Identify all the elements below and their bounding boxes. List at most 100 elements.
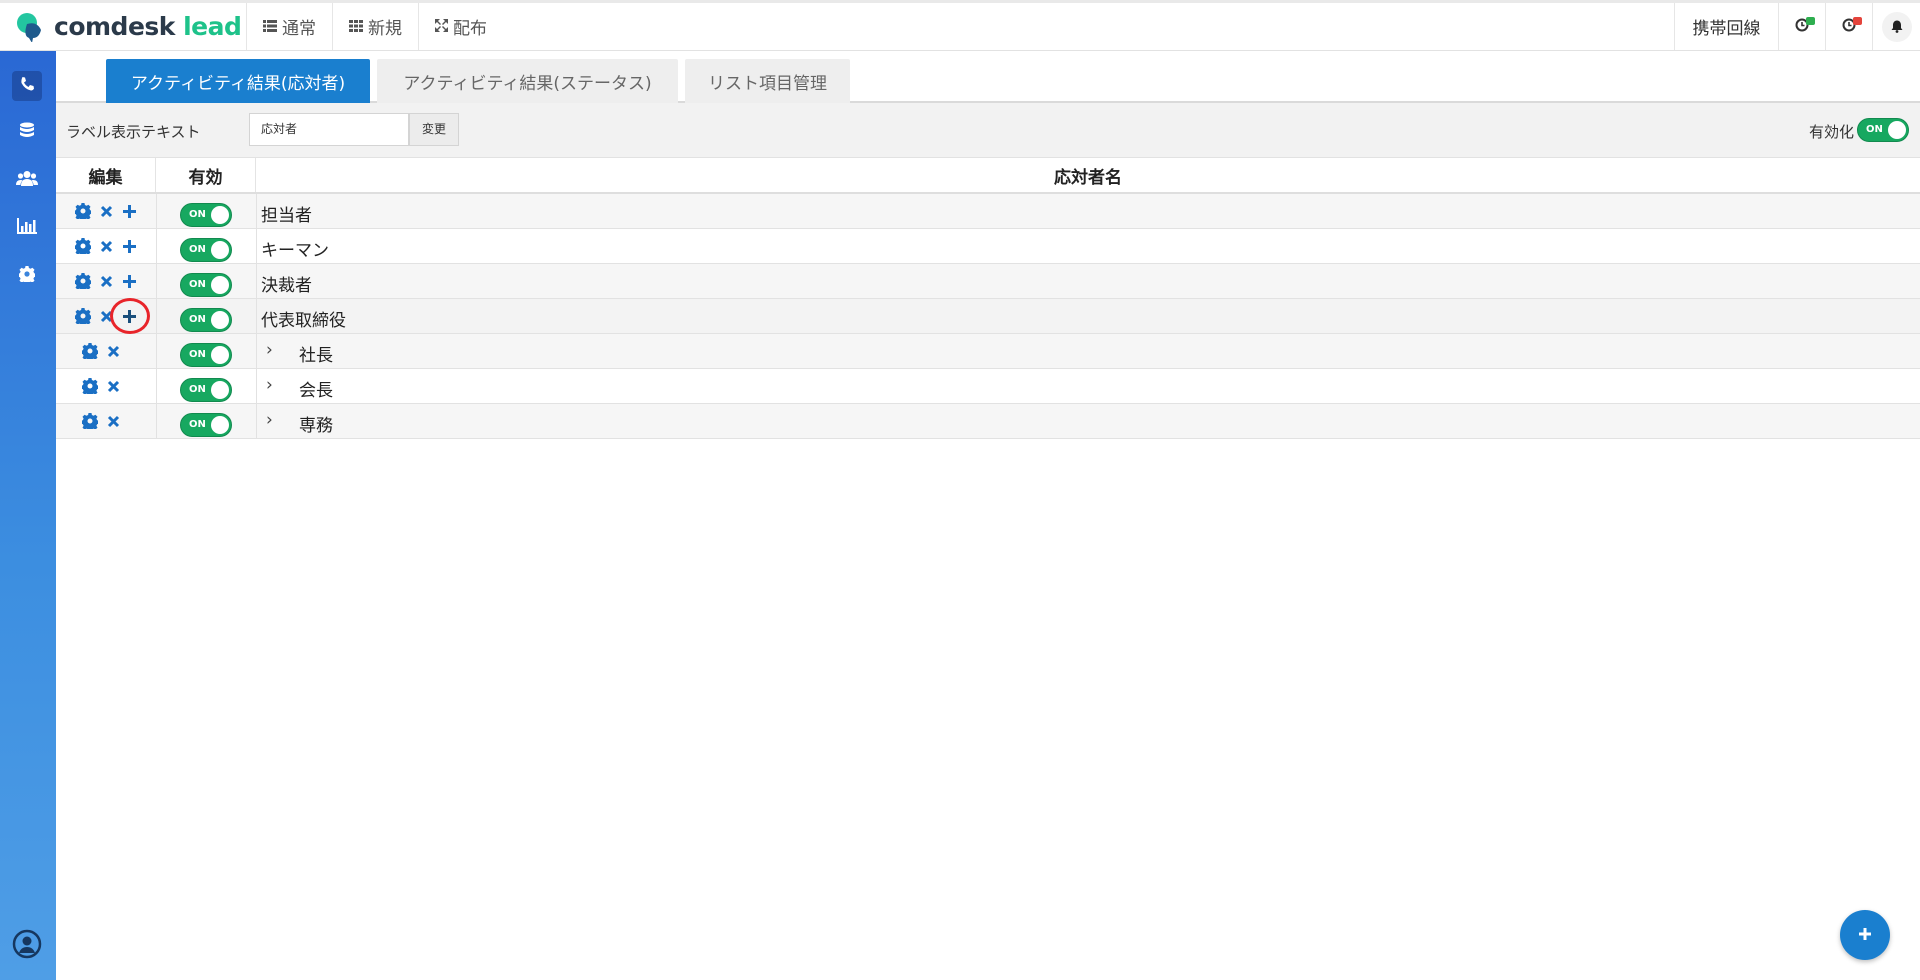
table-row: ON キーマン xyxy=(56,229,1920,264)
sidebar-item-database[interactable] xyxy=(12,118,42,148)
table-row: ON 代表取締役 xyxy=(56,298,1920,334)
tab-label: リスト項目管理 xyxy=(708,73,827,94)
notification-button[interactable] xyxy=(1872,3,1920,50)
toggle-state-label: ON xyxy=(189,209,206,220)
cell-divider xyxy=(256,334,257,368)
gear-icon[interactable] xyxy=(81,377,99,395)
table-row: ON › 社長 xyxy=(56,334,1920,369)
close-icon[interactable] xyxy=(97,237,115,255)
gear-icon xyxy=(17,266,37,286)
respondent-name: 代表取締役 xyxy=(261,311,346,331)
sidebar-item-reports[interactable] xyxy=(12,213,42,243)
respondent-name: 社長 xyxy=(299,346,333,366)
gear-icon[interactable] xyxy=(81,342,99,360)
toggle-state-label: ON xyxy=(189,314,206,325)
brand[interactable]: comdesk lead xyxy=(0,3,246,50)
nav-normal-label: 通常 xyxy=(282,19,316,39)
toggle-knob xyxy=(211,346,229,364)
plus-icon[interactable] xyxy=(120,237,138,255)
cell-divider xyxy=(156,229,157,263)
cell-divider xyxy=(256,299,257,333)
close-icon[interactable] xyxy=(104,412,122,430)
row-enabled-toggle[interactable]: ON xyxy=(180,413,232,437)
phone-icon xyxy=(19,76,35,96)
change-button[interactable]: 変更 xyxy=(409,113,459,146)
tab-label: アクティビティ結果(応対者) xyxy=(130,73,346,94)
table-header: 編集 有効 応対者名 xyxy=(56,158,1920,194)
list-icon xyxy=(263,17,282,37)
sidebar-item-users[interactable] xyxy=(12,165,42,195)
row-enabled-toggle[interactable]: ON xyxy=(180,378,232,402)
sidebar xyxy=(0,51,56,980)
row-enabled-toggle[interactable]: ON xyxy=(180,238,232,262)
cell-divider xyxy=(256,194,257,228)
sidebar-item-settings[interactable] xyxy=(12,261,42,291)
top-bar: comdesk lead 通常 新規 配布 携帯回線 xyxy=(0,0,1920,51)
table-row: ON 決裁者 xyxy=(56,264,1920,299)
close-icon[interactable] xyxy=(104,377,122,395)
gear-icon[interactable] xyxy=(74,272,92,290)
gear-icon[interactable] xyxy=(74,237,92,255)
user-circle-icon xyxy=(12,929,42,963)
table-row: ON 担当者 xyxy=(56,194,1920,229)
cell-divider xyxy=(156,264,157,298)
nav-new[interactable]: 新規 xyxy=(332,3,418,50)
toggle-knob xyxy=(211,381,229,399)
brand-name: comdesk lead xyxy=(54,12,242,41)
respondent-name: 担当者 xyxy=(261,206,312,226)
toggle-knob xyxy=(211,276,229,294)
cell-divider xyxy=(256,404,257,438)
tab-bar: アクティビティ結果(応対者) アクティビティ結果(ステータス) リスト項目管理 xyxy=(56,51,1920,103)
plus-icon[interactable] xyxy=(120,202,138,220)
toggle-state-label: ON xyxy=(189,349,206,360)
nav-normal[interactable]: 通常 xyxy=(246,3,332,50)
row-enabled-toggle[interactable]: ON xyxy=(180,343,232,367)
row-enabled-toggle[interactable]: ON xyxy=(180,273,232,297)
cell-divider xyxy=(156,299,157,333)
expand-arrows-icon xyxy=(435,17,453,37)
enable-toggle[interactable]: ON xyxy=(1857,118,1909,142)
close-icon[interactable] xyxy=(97,272,115,290)
respondent-name: 専務 xyxy=(299,416,333,436)
main-content: アクティビティ結果(応対者) アクティビティ結果(ステータス) リスト項目管理 … xyxy=(56,51,1920,980)
cell-divider xyxy=(156,369,157,403)
gear-icon[interactable] xyxy=(74,307,92,325)
table-row: ON › 専務 xyxy=(56,404,1920,439)
toggle-state-label: ON xyxy=(189,419,206,430)
cell-divider xyxy=(156,194,157,228)
add-fab-button[interactable] xyxy=(1840,910,1890,960)
status-button-1[interactable] xyxy=(1778,3,1825,50)
gear-icon[interactable] xyxy=(81,412,99,430)
toggle-state-label: ON xyxy=(1866,124,1883,135)
sidebar-item-profile[interactable] xyxy=(12,929,42,963)
toggle-state-label: ON xyxy=(189,384,206,395)
nav-distribute[interactable]: 配布 xyxy=(418,3,503,50)
nav-distribute-label: 配布 xyxy=(453,19,487,39)
respondent-name: キーマン xyxy=(261,241,329,261)
plus-icon xyxy=(1858,926,1872,945)
row-enabled-toggle[interactable]: ON xyxy=(180,308,232,332)
tab-list-item-management[interactable]: リスト項目管理 xyxy=(685,59,850,103)
enable-label: 有効化 xyxy=(1809,123,1855,141)
top-right-controls: 携帯回線 xyxy=(1674,3,1920,50)
tab-label: アクティビティ結果(ステータス) xyxy=(403,73,652,94)
sidebar-item-calls[interactable] xyxy=(12,71,42,101)
toggle-knob xyxy=(1888,121,1906,139)
mobile-line-button[interactable]: 携帯回線 xyxy=(1674,3,1778,50)
status-badge xyxy=(1853,17,1862,25)
toggle-state-label: ON xyxy=(189,244,206,255)
gear-icon[interactable] xyxy=(74,202,92,220)
tab-activity-result-respondent[interactable]: アクティビティ結果(応対者) xyxy=(106,59,370,103)
row-enabled-toggle[interactable]: ON xyxy=(180,203,232,227)
close-icon[interactable] xyxy=(104,342,122,360)
highlight-ring xyxy=(110,298,150,334)
table-row: ON › 会長 xyxy=(56,369,1920,404)
label-display-text-input[interactable]: 応対者 xyxy=(249,113,409,146)
chevron-right-icon: › xyxy=(266,410,273,430)
close-icon[interactable] xyxy=(97,202,115,220)
cell-divider xyxy=(156,404,157,438)
tab-activity-result-status[interactable]: アクティビティ結果(ステータス) xyxy=(377,59,678,103)
status-badge xyxy=(1806,17,1815,25)
plus-icon[interactable] xyxy=(120,272,138,290)
status-button-2[interactable] xyxy=(1825,3,1872,50)
